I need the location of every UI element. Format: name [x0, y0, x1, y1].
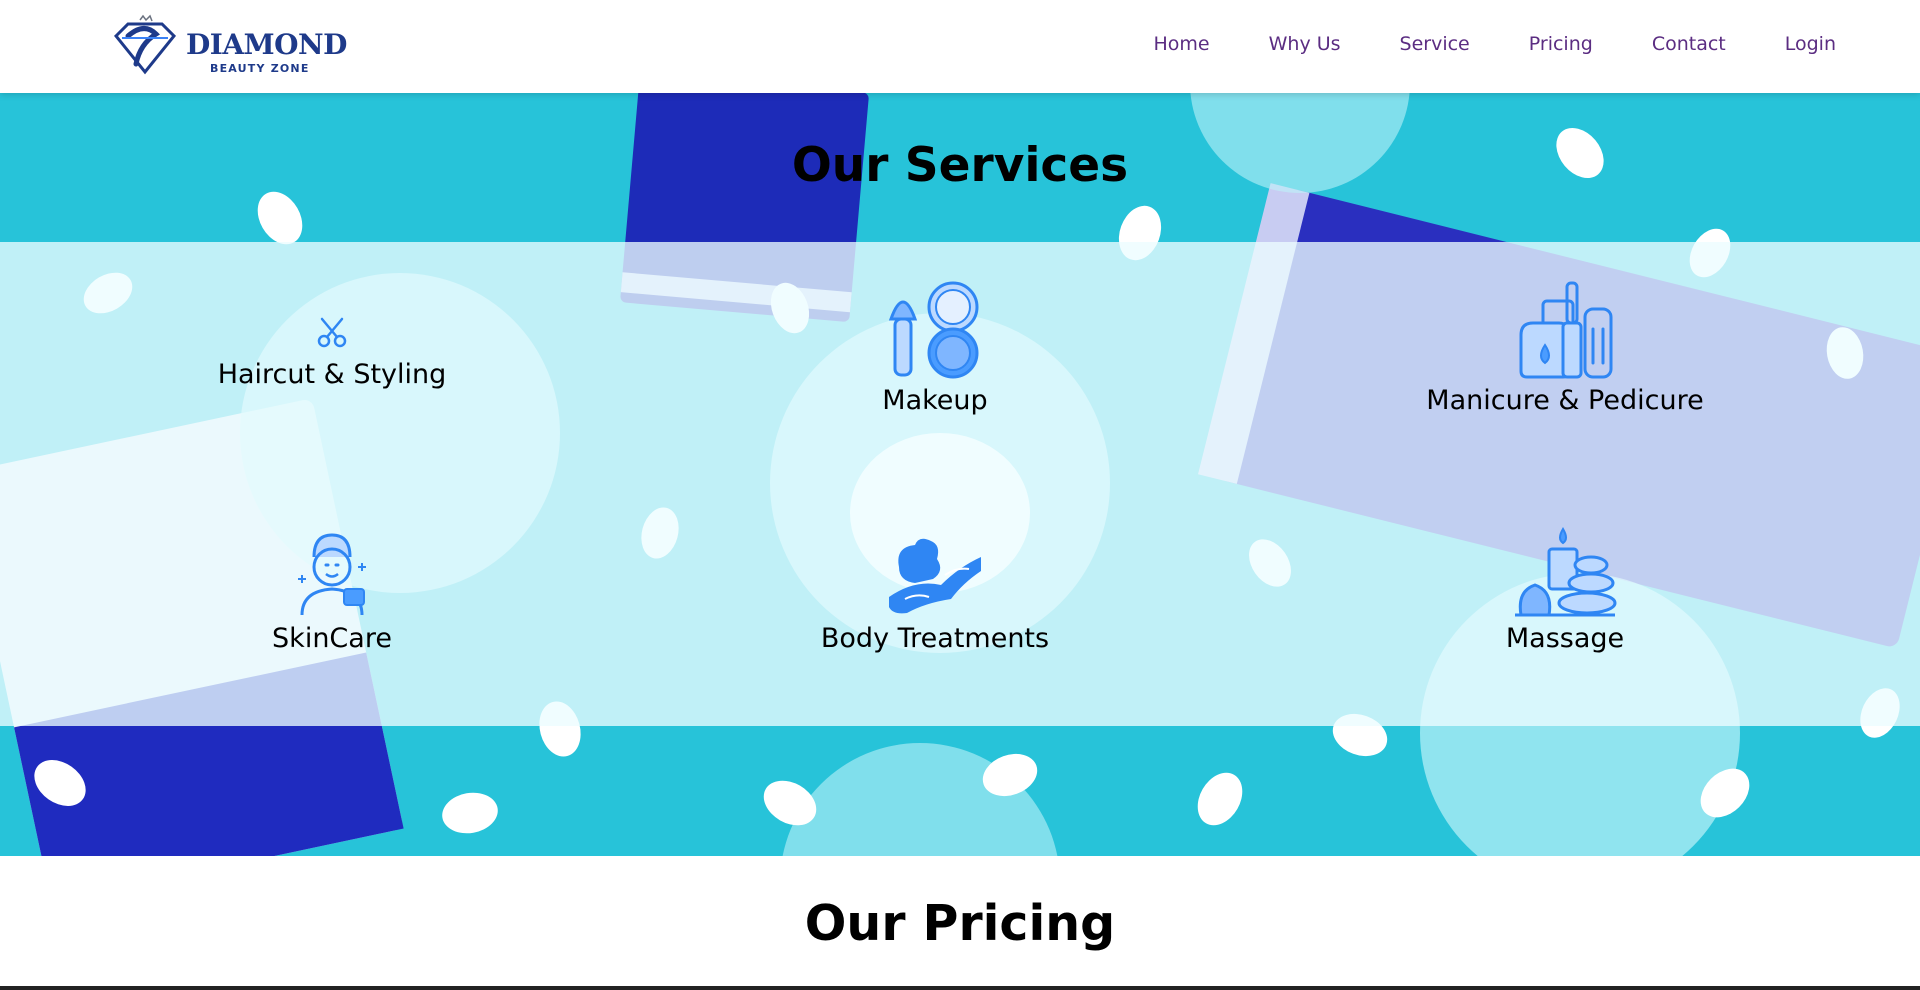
service-card-haircut[interactable]: Haircut & Styling [190, 313, 474, 390]
nav-home[interactable]: Home [1154, 33, 1210, 55]
section-divider [0, 986, 1920, 990]
navbar: DIAMOND BEAUTY ZONE Home Why Us Service … [0, 0, 1920, 93]
makeup-brush-compact-icon [888, 281, 979, 379]
service-label-manicure: Manicure & Pedicure [1426, 385, 1704, 416]
service-label-makeup: Makeup [882, 385, 988, 416]
pricing-title: Our Pricing [804, 895, 1116, 952]
body-treatment-icon [889, 538, 981, 614]
service-label-massage: Massage [1505, 623, 1625, 654]
diamond-logo-icon [113, 14, 177, 75]
service-card-massage[interactable]: Massage [1420, 527, 1710, 654]
service-card-body-treatments[interactable]: Body Treatments [790, 527, 1080, 654]
brand-subtitle: BEAUTY ZONE [210, 62, 310, 75]
nav-why-us[interactable]: Why Us [1269, 33, 1341, 55]
nav-login[interactable]: Login [1785, 33, 1836, 55]
service-card-manicure[interactable]: Manicure & Pedicure [1420, 279, 1710, 416]
service-label-body-treatments: Body Treatments [820, 623, 1050, 654]
spa-stones-candle-icon [1515, 527, 1617, 617]
brand-title: DIAMOND [186, 28, 347, 61]
services-title: Our Services [791, 138, 1129, 193]
service-label-haircut: Haircut & Styling [217, 359, 447, 390]
service-label-skincare: SkinCare [272, 623, 392, 654]
brand-logo[interactable]: DIAMOND BEAUTY ZONE [110, 14, 347, 78]
nav-service[interactable]: Service [1400, 33, 1470, 55]
service-card-skincare[interactable]: SkinCare [190, 527, 474, 654]
nav-contact[interactable]: Contact [1652, 33, 1726, 55]
nav-pricing[interactable]: Pricing [1529, 33, 1593, 55]
face-mask-icon [298, 533, 366, 616]
service-card-makeup[interactable]: Makeup [790, 279, 1080, 416]
nail-polish-icon [1519, 281, 1613, 379]
services-section: Our Services Haircut & Styling Makeup Ma… [0, 93, 1920, 856]
scissors-icon [317, 317, 347, 348]
main-nav: Home Why Us Service Pricing Contact Logi… [1095, 33, 1837, 55]
